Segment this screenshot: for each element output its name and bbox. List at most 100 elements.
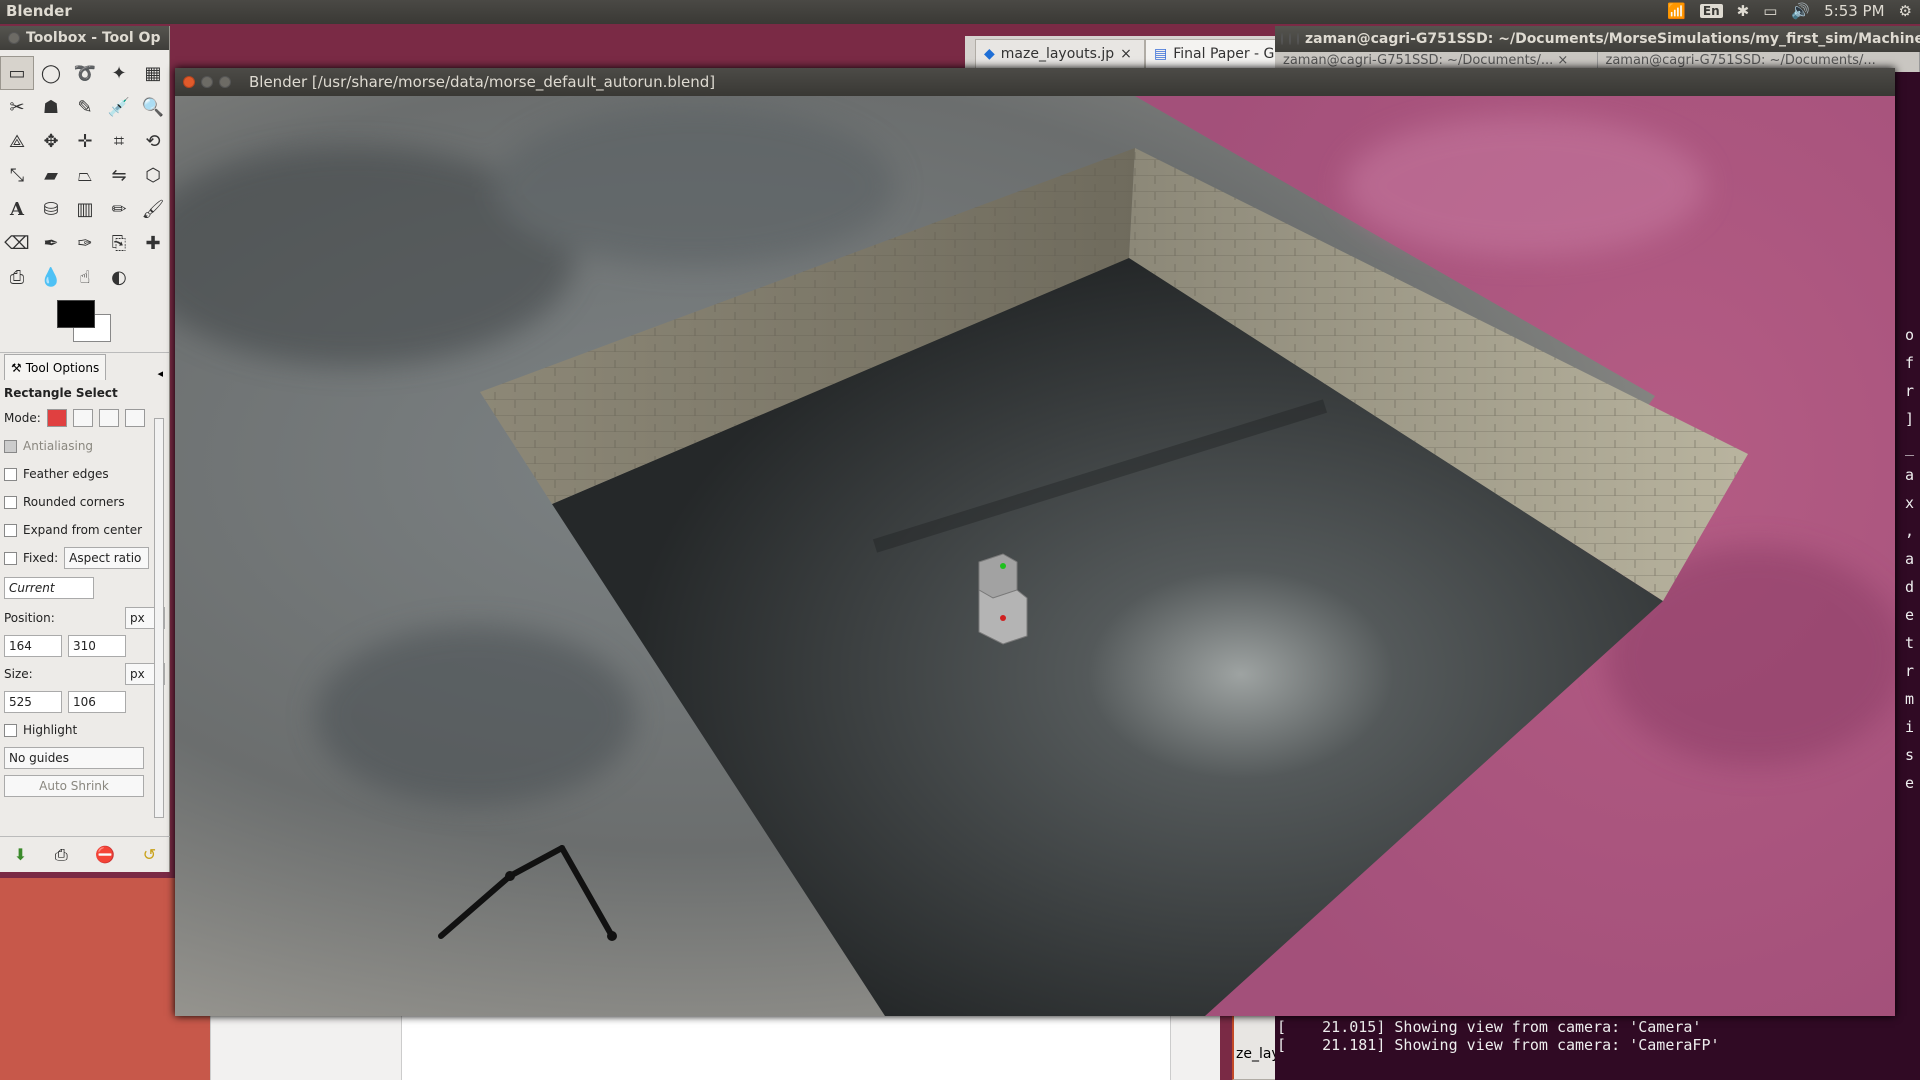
gradient-icon[interactable]: ▥ xyxy=(68,192,102,226)
paths-icon[interactable]: ✎ xyxy=(68,90,102,124)
terminal-edge-char: r xyxy=(1904,382,1914,400)
smudge-icon[interactable]: ☝ xyxy=(68,260,102,294)
guides-select[interactable]: No guides xyxy=(4,747,144,769)
terminal-edge-char: ] xyxy=(1904,410,1914,428)
tab-tool-options[interactable]: ⚒ Tool Options xyxy=(4,354,107,380)
blur-icon[interactable]: 💧 xyxy=(34,260,68,294)
mode-replace-button[interactable] xyxy=(46,409,67,427)
mode-intersect-button[interactable] xyxy=(124,409,145,427)
browser-tab-maze-layouts[interactable]: ◆ maze_layouts.jp × xyxy=(975,39,1145,68)
zoom-icon[interactable]: 🔍 xyxy=(136,90,170,124)
ink-icon[interactable]: ✑ xyxy=(68,226,102,260)
rounded-row[interactable]: Rounded corners xyxy=(4,488,165,516)
shear-icon[interactable]: ▰ xyxy=(34,158,68,192)
size-width-field[interactable]: 525 xyxy=(4,691,62,713)
expand-checkbox[interactable] xyxy=(4,523,17,537)
scissors-icon[interactable]: ✂ xyxy=(0,90,34,124)
mode-subtract-button[interactable] xyxy=(98,409,119,427)
color-select-icon[interactable]: ▦ xyxy=(136,56,170,90)
feather-row[interactable]: Feather edges xyxy=(4,460,165,488)
terminal-edge-char: t xyxy=(1904,634,1914,652)
color-picker-icon[interactable]: 💉 xyxy=(102,90,136,124)
position-y-field[interactable]: 310 xyxy=(68,635,126,657)
terminal-edge-char: a xyxy=(1904,550,1914,568)
antialiasing-row[interactable]: Antialiasing xyxy=(4,432,165,460)
paintbrush-icon[interactable]: 🖌 xyxy=(136,192,170,226)
size-height-field[interactable]: 106 xyxy=(68,691,126,713)
feather-checkbox[interactable] xyxy=(4,467,17,481)
blender-window[interactable]: Blender [/usr/share/morse/data/morse_def… xyxy=(175,68,1895,1016)
browser-tab-final-paper[interactable]: ▤ Final Paper - Go xyxy=(1145,39,1280,68)
position-x-field[interactable]: 164 xyxy=(4,635,62,657)
aspect-current-field[interactable]: Current xyxy=(4,577,94,599)
reset-options-icon[interactable]: ↺ xyxy=(143,845,156,864)
expand-label: Expand from center xyxy=(23,523,143,537)
mode-row: Mode: xyxy=(4,404,165,432)
text-icon[interactable]: A xyxy=(0,192,34,226)
foreground-color-swatch[interactable] xyxy=(57,300,95,328)
close-icon[interactable] xyxy=(8,32,20,44)
gimp-titlebar[interactable]: Toolbox - Tool Op xyxy=(0,26,169,50)
rotate-icon[interactable]: ⟲ xyxy=(136,124,170,158)
minimize-icon[interactable] xyxy=(1289,33,1291,45)
clone-icon[interactable]: ⎘ xyxy=(102,226,136,260)
save-options-icon[interactable]: ⬇ xyxy=(14,845,27,864)
pencil-icon[interactable]: ✏ xyxy=(102,192,136,226)
close-icon[interactable] xyxy=(183,76,195,88)
bluetooth-icon[interactable]: ✱ xyxy=(1737,2,1750,20)
perspective-icon[interactable]: ⏢ xyxy=(68,158,102,192)
expand-row[interactable]: Expand from center xyxy=(4,516,165,544)
delete-options-icon[interactable]: ⛔ xyxy=(95,845,115,864)
maximize-icon[interactable] xyxy=(1297,33,1299,45)
antialiasing-checkbox[interactable] xyxy=(4,439,17,453)
perspective-clone-icon[interactable]: ⎙ xyxy=(0,260,34,294)
gear-icon[interactable]: ⚙ xyxy=(1899,2,1912,20)
highlight-row[interactable]: Highlight xyxy=(4,716,165,744)
background-tab[interactable]: ze_lay xyxy=(1232,1015,1277,1080)
close-icon[interactable]: × xyxy=(1120,46,1132,62)
rect-select-icon[interactable]: ▭ xyxy=(0,56,34,90)
terminal-titlebar[interactable]: zaman@cagri-G751SSD: ~/Documents/MorseSi… xyxy=(1275,26,1920,52)
blender-3d-viewport[interactable] xyxy=(175,96,1895,1016)
foreground-select-icon[interactable]: ☗ xyxy=(34,90,68,124)
tool-options-scrollbar[interactable] xyxy=(154,418,164,818)
minimize-icon[interactable] xyxy=(201,76,213,88)
eraser-icon[interactable]: ⌫ xyxy=(0,226,34,260)
mode-label: Mode: xyxy=(4,411,41,425)
flip-icon[interactable]: ⇋ xyxy=(102,158,136,192)
highlight-checkbox[interactable] xyxy=(4,723,17,737)
terminal-output-line: [ 21.181] Showing view from camera: 'Cam… xyxy=(1277,1036,1720,1054)
auto-shrink-button[interactable]: Auto Shrink xyxy=(4,775,144,797)
fuzzy-select-icon[interactable]: ✦ xyxy=(102,56,136,90)
keyboard-layout-indicator[interactable]: En xyxy=(1699,4,1723,18)
volume-icon[interactable]: 🔊 xyxy=(1791,2,1810,20)
fixed-label: Fixed: xyxy=(23,551,59,565)
scene-render xyxy=(175,96,1895,1016)
fixed-select[interactable]: Aspect ratio xyxy=(64,547,150,569)
tab-menu-icon[interactable]: ◂ xyxy=(157,367,163,380)
close-icon[interactable] xyxy=(1281,33,1283,45)
move-icon[interactable]: ✥ xyxy=(34,124,68,158)
measure-icon[interactable]: ⟁ xyxy=(0,124,34,158)
maximize-icon[interactable] xyxy=(219,76,231,88)
rounded-checkbox[interactable] xyxy=(4,495,17,509)
cage-icon[interactable]: ⬡ xyxy=(136,158,170,192)
mode-add-button[interactable] xyxy=(72,409,93,427)
align-icon[interactable]: ✛ xyxy=(68,124,102,158)
airbrush-icon[interactable]: ✒ xyxy=(34,226,68,260)
lasso-icon[interactable]: ➰ xyxy=(68,56,102,90)
clock[interactable]: 5:53 PM xyxy=(1824,2,1884,20)
terminal-edge-char: r xyxy=(1904,662,1914,680)
ellipse-select-icon[interactable]: ◯ xyxy=(34,56,68,90)
bucket-fill-icon[interactable]: ⛁ xyxy=(34,192,68,226)
heal-icon[interactable]: ✚ xyxy=(136,226,170,260)
crop-icon[interactable]: ⌗ xyxy=(102,124,136,158)
battery-icon[interactable]: ▭ xyxy=(1763,2,1777,20)
axis-gizmo-end xyxy=(505,871,515,881)
blender-titlebar[interactable]: Blender [/usr/share/morse/data/morse_def… xyxy=(175,68,1895,96)
fixed-checkbox[interactable] xyxy=(4,551,17,565)
scale-icon[interactable]: ⤡ xyxy=(0,158,34,192)
dodge-icon[interactable]: ◐ xyxy=(102,260,136,294)
wifi-icon[interactable]: 📶 xyxy=(1667,2,1686,20)
restore-options-icon[interactable]: ⎙ xyxy=(55,845,68,865)
